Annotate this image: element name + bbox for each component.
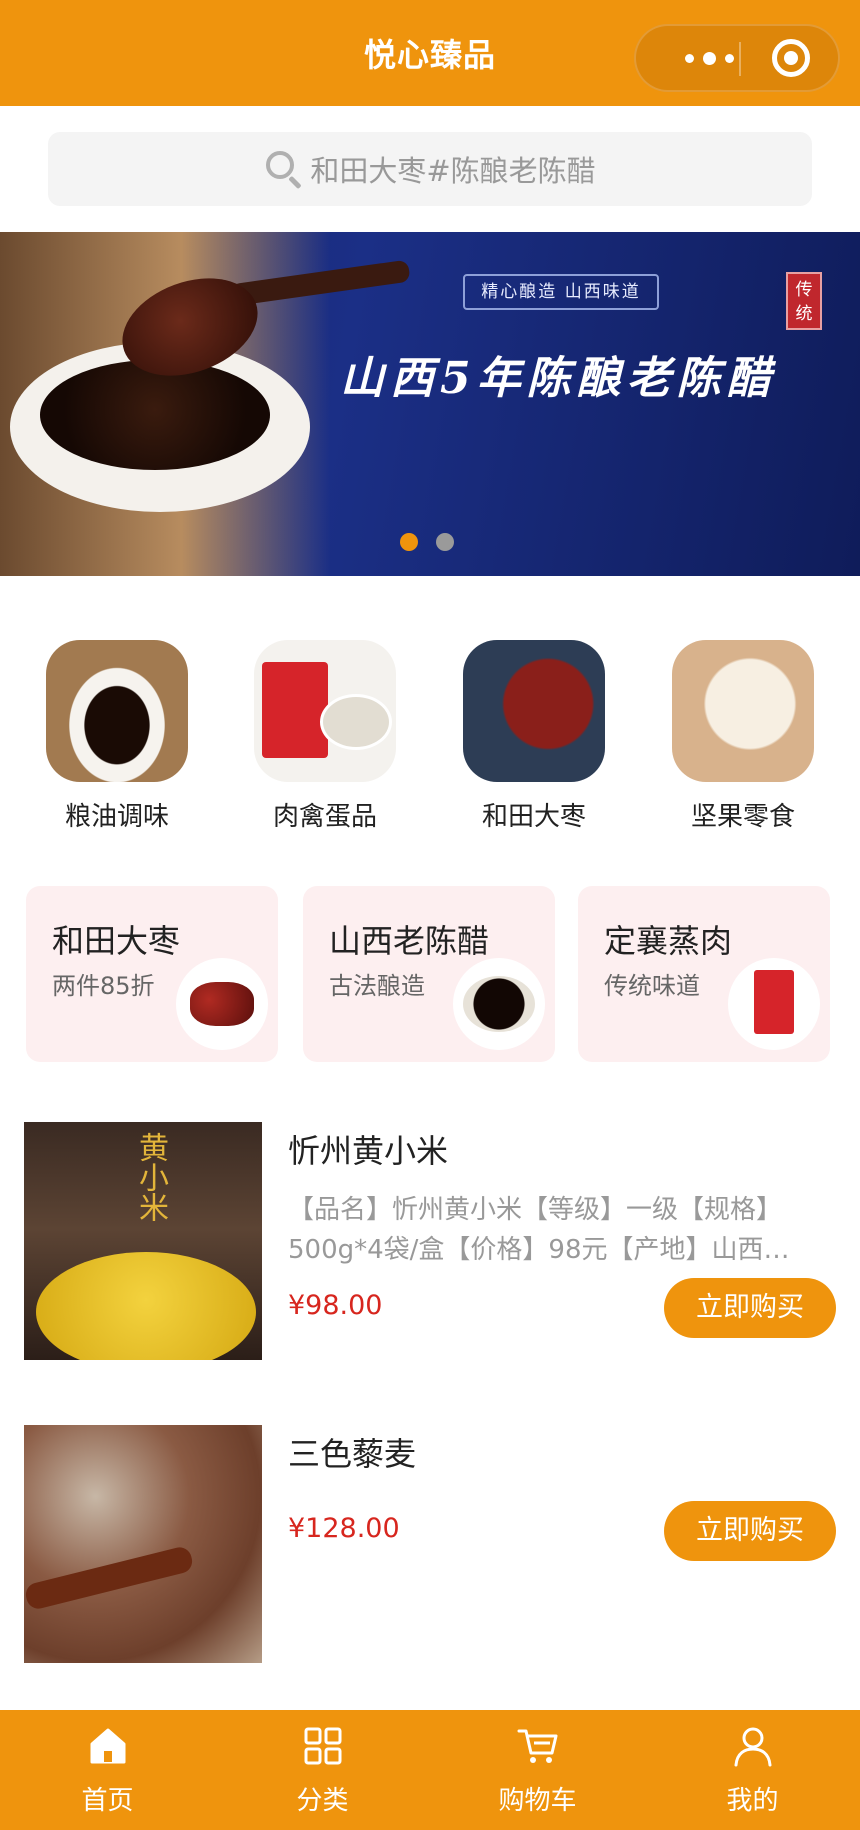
red-dates-thumb (176, 958, 268, 1050)
search-bar[interactable]: 和田大枣#陈酿老陈醋 (48, 132, 812, 206)
tab-home[interactable]: 首页 (0, 1710, 215, 1830)
capsule-divider (739, 42, 741, 76)
promo-card[interactable]: 和田大枣 两件85折 (26, 886, 278, 1062)
category-item[interactable]: 和田大枣 (459, 640, 609, 833)
carousel-dot[interactable] (436, 533, 454, 551)
dot-icon (724, 53, 734, 63)
user-icon (734, 1727, 771, 1767)
description-line: 【品名】忻州黄小米【等级】一级【规格】 (288, 1195, 783, 1225)
promo-title: 和田大枣 (52, 922, 181, 960)
dot-icon (684, 53, 694, 63)
product-price: ¥98.00 (288, 1290, 383, 1321)
category-label: 粮油调味 (64, 802, 169, 832)
promo-subtitle: 传统味道 (604, 972, 700, 1000)
promo-subtitle: 两件85折 (52, 972, 155, 1000)
dot-icon (702, 51, 716, 65)
category-item[interactable]: 肉禽蛋品 (250, 640, 400, 833)
tab-profile[interactable]: 我的 (645, 1710, 860, 1830)
millet-product-image: 黄小米 (24, 1122, 262, 1360)
product-card[interactable]: 三色藜麦 ¥128.00 立即购买 (0, 1425, 860, 1665)
category-label: 坚果零食 (690, 802, 795, 832)
home-icon (90, 1728, 125, 1764)
promo-title: 山西老陈醋 (329, 922, 490, 960)
vinegar-image (40, 360, 270, 470)
product-title: 忻州黄小米 (288, 1132, 449, 1170)
vinegar-thumb (453, 958, 545, 1050)
promo-title: 定襄蒸肉 (604, 922, 733, 960)
product-description: 【品名】忻州黄小米【等级】一级【规格】 500g*4袋/盒【价格】98元【产地】… (288, 1190, 838, 1270)
tab-label: 首页 (81, 1786, 134, 1816)
category-grid: 粮油调味 肉禽蛋品 和田大枣 坚果零食 (0, 640, 860, 840)
tab-label: 购物车 (498, 1786, 577, 1816)
red-dates-icon (463, 640, 605, 782)
carousel-indicator (400, 533, 454, 551)
carousel-dot-active[interactable] (400, 533, 418, 551)
nuts-icon (672, 640, 814, 782)
promo-subtitle: 古法酿造 (329, 972, 425, 1000)
buy-now-button[interactable]: 立即购买 (664, 1278, 836, 1338)
bottom-tab-bar: 首页 分类 购物车 我的 (0, 1710, 860, 1830)
search-icon (264, 149, 304, 190)
category-label: 和田大枣 (481, 802, 586, 832)
category-item[interactable]: 粮油调味 (42, 640, 192, 833)
promo-banner[interactable]: 精心酿造 山西味道 山西5年陈酿老陈醋 传统 (0, 232, 860, 576)
product-card[interactable]: 黄小米 忻州黄小米 【品名】忻州黄小米【等级】一级【规格】 500g*4袋/盒【… (0, 1122, 860, 1362)
quinoa-product-image (24, 1425, 262, 1663)
nav-bar: 悦心臻品 (0, 0, 860, 106)
promo-card[interactable]: 定襄蒸肉 传统味道 (578, 886, 830, 1062)
mini-program-capsule (634, 24, 840, 92)
category-label: 肉禽蛋品 (272, 802, 377, 832)
product-price: ¥128.00 (288, 1513, 400, 1544)
cart-icon (517, 1729, 557, 1763)
search-placeholder: 和田大枣#陈酿老陈醋 (310, 154, 596, 188)
banner-tagline: 精心酿造 山西味道 (463, 274, 659, 310)
tab-cart[interactable]: 购物车 (430, 1710, 645, 1830)
banner-headline: 山西5年陈酿老陈醋 (340, 353, 777, 404)
tab-label: 我的 (726, 1786, 779, 1816)
tab-label: 分类 (296, 1786, 349, 1816)
steamed-meat-thumb (728, 958, 820, 1050)
vinegar-bowl-icon (46, 640, 188, 782)
banner-seal: 传统 (786, 272, 822, 330)
description-line: 500g*4袋/盒【价格】98元【产地】山西… (288, 1235, 790, 1265)
promo-card[interactable]: 山西老陈醋 古法酿造 (303, 886, 555, 1062)
close-target-icon[interactable] (772, 39, 810, 77)
grid-icon (304, 1727, 341, 1765)
buy-now-button[interactable]: 立即购买 (664, 1501, 836, 1561)
product-title: 三色藜麦 (288, 1435, 417, 1473)
image-brand-text: 黄小米 (133, 1132, 168, 1222)
tab-category[interactable]: 分类 (215, 1710, 430, 1830)
meat-pack-icon (254, 640, 396, 782)
category-item[interactable]: 坚果零食 (668, 640, 818, 833)
